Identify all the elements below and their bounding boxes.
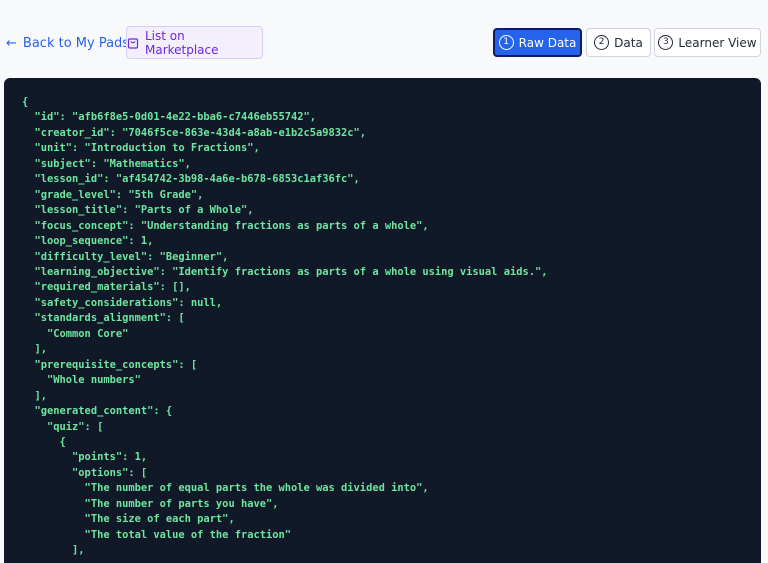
code-line: "The size of each part", [22,513,235,526]
data-view-button[interactable]: 2 Data [586,28,651,57]
raw-data-view-button[interactable]: 1 Raw Data [493,28,582,57]
code-line: { [22,96,29,108]
code-line: "The number of equal parts the whole was… [22,482,429,495]
code-line: "difficulty_level": "Beginner", [22,250,229,263]
code-line: "lesson_title": "Parts of a Whole", [22,204,254,217]
marketplace-button-label: List on Marketplace [144,28,219,57]
code-line: "Common Core" [22,327,129,340]
code-line: "points": 1, [22,451,148,464]
back-link-label: Back to My Pads [22,35,130,51]
code-line: "subject": "Mathematics", [22,157,191,170]
code-line: "lesson_id": "af454742-3b98-4a6e-b678-68… [22,173,360,186]
code-line: ], [22,389,48,402]
step-one-icon: 1 [498,35,514,50]
code-line: { [22,435,66,448]
learner-view-label: Learner View [678,35,757,50]
code-line: "learning_objective": "Identify fraction… [22,265,548,278]
code-line: "grade_level": "5th Grade", [22,188,204,201]
code-line: "generated_content": { [22,405,173,418]
step-three-icon: 3 [658,35,674,50]
code-line: "safety_considerations": null, [22,296,223,309]
code-line: "standards_alignment": [ [22,312,185,325]
code-line: "The total value of the fraction" [22,528,291,541]
code-line: "creator_id": "7046f5ce-863e-43d4-a8ab-e… [22,126,367,139]
code-line: ], [22,343,48,356]
shopping-bag-icon [127,37,139,49]
code-line: "id": "afb6f8e5-0d01-4e22-bba6-c7446eb55… [22,111,317,124]
code-line: "required_materials": [], [22,281,191,294]
code-line: "unit": "Introduction to Fractions", [22,142,260,155]
learner-view-button[interactable]: 3 Learner View [654,28,761,57]
data-label: Data [614,35,643,50]
json-code-block: { "id": "afb6f8e5-0d01-4e22-bba6-c7446eb… [22,95,547,559]
code-line: "prerequisite_concepts": [ [22,358,198,371]
code-line: "loop_sequence": 1, [22,235,154,248]
arrow-left-icon: ← [6,35,17,51]
code-line: "focus_concept": "Understanding fraction… [22,219,429,232]
list-on-marketplace-button[interactable]: List on Marketplace [126,26,263,59]
code-line: "Whole numbers" [22,374,141,387]
toolbar: ← Back to My Pads List on Marketplace 1 … [0,0,768,78]
back-to-my-pads-link[interactable]: ← Back to My Pads [6,33,129,53]
raw-data-label: Raw Data [518,35,577,50]
raw-json-code-panel: { "id": "afb6f8e5-0d01-4e22-bba6-c7446eb… [4,78,761,563]
step-two-icon: 2 [594,35,610,50]
code-line: "The number of parts you have", [22,497,279,510]
code-line: "options": [ [22,466,148,479]
code-line: "quiz": [ [22,420,104,433]
code-line: ], [22,544,85,557]
